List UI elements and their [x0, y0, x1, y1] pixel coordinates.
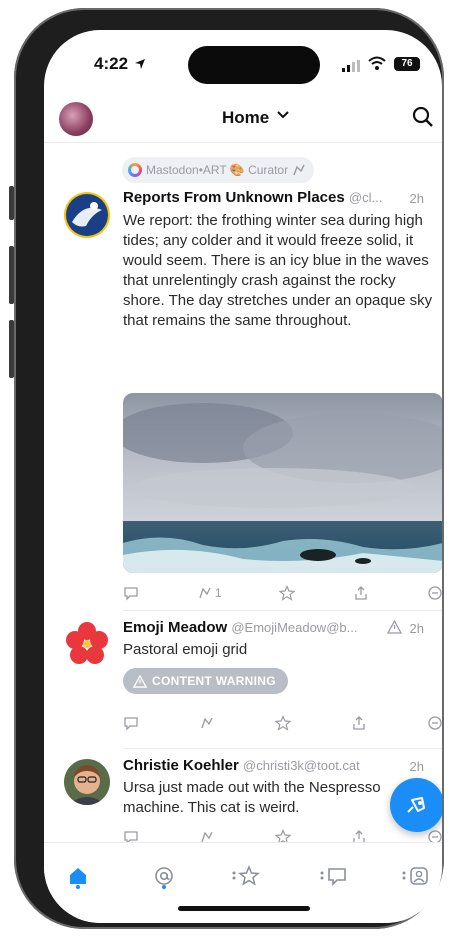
chevron-down-icon[interactable] [276, 110, 290, 120]
action-button [9, 186, 14, 220]
post-actions [123, 713, 442, 733]
status-time: 4:22 [94, 54, 129, 73]
post-divider [123, 748, 442, 749]
favorite-icon[interactable] [279, 585, 296, 601]
content-warning-label: CONTENT WARNING [152, 674, 276, 688]
boost-icon [199, 587, 211, 599]
explore-icon [232, 865, 260, 886]
tab-home-indicator [76, 885, 80, 889]
translate-icon[interactable] [427, 715, 442, 731]
timeline-title[interactable]: Home [222, 108, 269, 128]
author-name: Christie Koehler [123, 757, 239, 774]
post-avatar[interactable] [64, 621, 110, 667]
author-handle: @EmojiMeadow@b... [231, 620, 358, 635]
compose-button[interactable] [390, 778, 442, 832]
share-icon[interactable] [351, 715, 367, 731]
dynamic-island [188, 46, 320, 84]
boost-icon[interactable] [199, 715, 215, 731]
post-actions: 1 [123, 583, 442, 603]
post-author[interactable]: Reports From Unknown Places @cl... [123, 189, 382, 206]
reply-icon[interactable] [123, 715, 139, 731]
search-icon[interactable] [412, 106, 434, 128]
signal-icon [342, 60, 360, 72]
status-bar: 4:22 76 [44, 30, 442, 90]
boost-icon [293, 164, 305, 176]
post-time: 2h [409, 621, 424, 636]
profile-icon [402, 867, 428, 885]
battery-level: 76 [401, 58, 413, 69]
post-text: Ursa just made out with the Nespresso ma… [123, 779, 381, 816]
author-name: Reports From Unknown Places [123, 189, 345, 206]
warning-icon [387, 620, 402, 634]
battery-icon: 76 [394, 57, 420, 71]
boost-count: 1 [214, 586, 222, 600]
translate-icon[interactable] [427, 585, 442, 601]
compose-icon [407, 797, 425, 813]
screen: 4:22 76 Home Mastodon•ART 🎨 Curator Repo… [44, 30, 442, 923]
boost-action[interactable]: 1 [197, 585, 222, 601]
post[interactable]: Emoji Meadow @EmojiMeadow@b... 2h Pastor… [44, 619, 442, 739]
favorite-icon[interactable] [275, 715, 291, 731]
post-author[interactable]: Emoji Meadow @EmojiMeadow@b... [123, 619, 357, 636]
tab-mentions-indicator [162, 885, 166, 889]
volume-down-button [9, 320, 14, 378]
post-text: We report: the frothing winter sea durin… [123, 212, 433, 329]
timeline-feed: Mastodon•ART 🎨 Curator Reports From Unkn… [44, 143, 442, 845]
post-author[interactable]: Christie Koehler @christi3k@toot.cat [123, 757, 360, 774]
author-handle: @christi3k@toot.cat [243, 758, 360, 773]
header: Home [44, 92, 442, 143]
tab-messages[interactable] [314, 861, 354, 891]
share-icon[interactable] [353, 585, 369, 601]
post[interactable]: Christie Koehler @christi3k@toot.cat 2h … [44, 757, 442, 847]
post[interactable]: Reports From Unknown Places @cl... 2h We… [44, 183, 442, 601]
post-time: 2h [409, 191, 424, 206]
post-avatar[interactable] [64, 192, 110, 238]
phone-frame: 4:22 76 Home Mastodon•ART 🎨 Curator Repo… [9, 8, 444, 929]
post-time: 2h [409, 759, 424, 774]
boost-tag[interactable]: Mastodon•ART 🎨 Curator [122, 157, 315, 183]
post-avatar[interactable] [64, 759, 110, 805]
home-icon [70, 868, 86, 884]
post-text: Pastoral emoji grid [123, 641, 248, 658]
author-handle: @cl... [348, 190, 383, 205]
warning-icon [133, 674, 147, 688]
tab-explore[interactable] [226, 861, 266, 891]
content-warning-button[interactable]: CONTENT WARNING [123, 668, 288, 694]
boost-tag-label: Mastodon•ART 🎨 Curator [146, 163, 289, 177]
reply-icon[interactable] [123, 585, 139, 601]
home-indicator[interactable] [178, 906, 310, 911]
author-name: Emoji Meadow [123, 619, 228, 636]
post-divider [123, 610, 442, 611]
messages-icon [320, 868, 346, 886]
post-media-image[interactable] [123, 393, 442, 573]
location-arrow-icon [135, 59, 145, 69]
tab-profile[interactable] [396, 861, 436, 891]
account-avatar[interactable] [59, 102, 93, 136]
volume-up-button [9, 246, 14, 304]
boosted-by-avatar [128, 163, 142, 177]
wifi-icon [368, 56, 386, 70]
mention-icon [155, 867, 173, 885]
